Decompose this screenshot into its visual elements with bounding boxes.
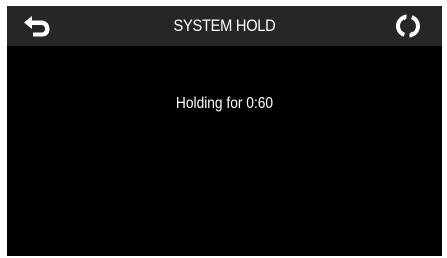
- thermostat-screen: SYSTEM HOLD Holding for 0:60: [7, 6, 442, 256]
- hold-status-message: Holding for 0:60: [175, 95, 274, 112]
- header-bar: SYSTEM HOLD: [7, 6, 442, 46]
- refresh-button[interactable]: [391, 11, 425, 41]
- page-title: SYSTEM HOLD: [173, 16, 276, 35]
- refresh-icon: [396, 14, 420, 38]
